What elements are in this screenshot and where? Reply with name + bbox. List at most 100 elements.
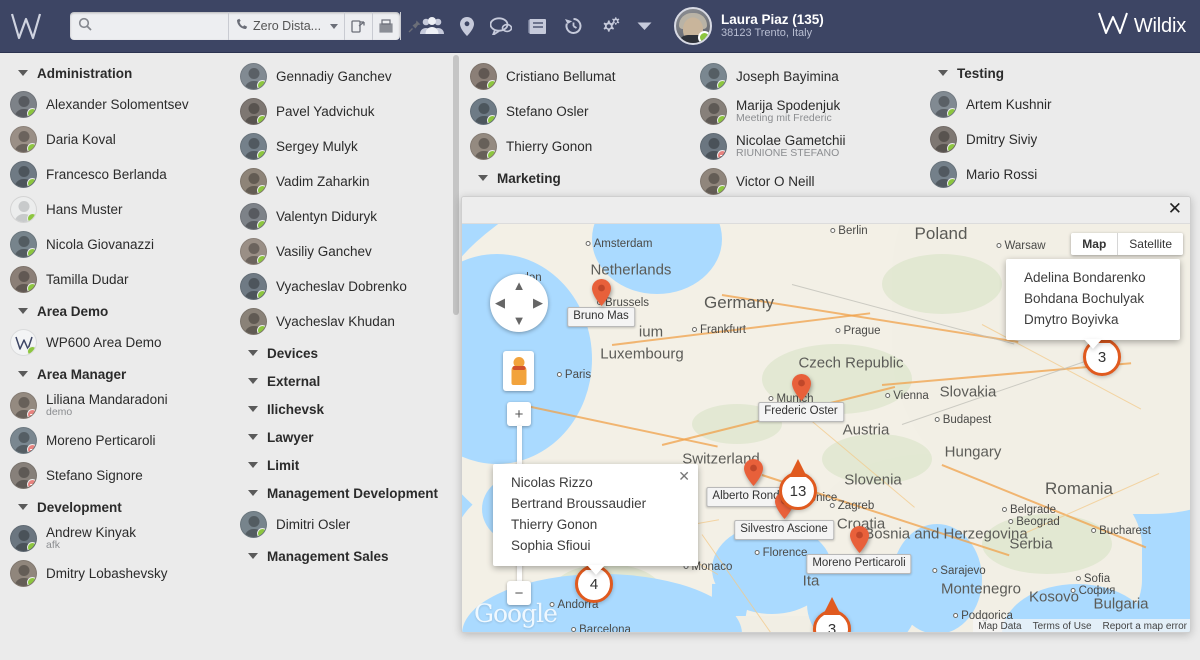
infowindow-row[interactable]: Bertrand Broussaudier [511, 494, 664, 515]
contact-item[interactable]: Daria Koval [0, 122, 230, 157]
trunk-selector[interactable]: Zero Dista... [228, 12, 344, 40]
map-marker-label[interactable]: Moreno Perticaroli [806, 554, 912, 574]
street-view-pegman-icon[interactable] [503, 351, 534, 391]
close-icon[interactable]: ✕ [1168, 200, 1182, 218]
attribution-map-data[interactable]: Map Data [978, 621, 1021, 632]
infowindow-row[interactable]: Thierry Gonon [511, 515, 664, 536]
scrollbar[interactable] [453, 55, 459, 315]
pan-control-icon[interactable]: ▲ ▼ ◀ ▶ [490, 274, 548, 332]
pan-left-button[interactable]: ◀ [495, 295, 505, 311]
infowindow-row[interactable]: Adelina Bondarenko [1024, 268, 1146, 289]
attribution-terms[interactable]: Terms of Use [1033, 621, 1092, 632]
group-header-development[interactable]: Development [0, 493, 230, 521]
contact-item[interactable]: Moreno Perticaroli [0, 423, 230, 458]
contact-item[interactable]: Pavel Yadvichuk [230, 94, 460, 129]
location-pin-icon[interactable] [460, 16, 474, 36]
group-header-limit[interactable]: Limit [230, 451, 460, 479]
contact-item[interactable]: Artem Kushnir [920, 87, 1200, 122]
contact-item[interactable]: Liliana Mandaradoni demo [0, 388, 230, 423]
contact-item[interactable]: Andrew Kinyak afk [0, 521, 230, 556]
map-marker-pin-icon[interactable] [592, 279, 611, 306]
map-marker-pin-icon[interactable] [744, 459, 763, 486]
map-marker-label[interactable]: Bruno Mas [567, 307, 635, 327]
current-user[interactable]: Laura Piaz (135) 38123 Trento, Italy [674, 7, 824, 45]
group-header-testing[interactable]: Testing [920, 59, 1200, 87]
contact-item[interactable]: Vyacheslav Dobrenko [230, 269, 460, 304]
search-bar[interactable]: Zero Dista... [70, 12, 421, 40]
contact-item[interactable]: Victor O Neill [690, 164, 920, 199]
contact-item[interactable]: Alexander Solomentsev [0, 87, 230, 122]
avatar [240, 511, 267, 538]
contact-item[interactable]: Dmitry Lobashevsky [0, 556, 230, 591]
attribution-report[interactable]: Report a map error [1103, 621, 1187, 632]
contact-item[interactable]: Sergey Mulyk [230, 129, 460, 164]
map-marker-pin-icon[interactable] [850, 526, 869, 553]
infowindow-kyiv[interactable]: Adelina Bondarenko Bohdana Bochulyak Dmytr… [1006, 259, 1180, 349]
contact-item[interactable]: Nicolae Gametchii RIUNIONE STEFANO [690, 129, 920, 164]
contact-item[interactable]: Cristiano Bellumat [460, 59, 690, 94]
contact-item[interactable]: Stefano Osler [460, 94, 690, 129]
pan-up-button[interactable]: ▲ [513, 278, 526, 293]
contact-item[interactable]: Dmitry Siviy [920, 122, 1200, 157]
fax-icon[interactable] [372, 12, 400, 40]
contact-item[interactable]: Thierry Gonon [460, 129, 690, 164]
infowindow-row[interactable]: Nicolas Rizzo [511, 473, 664, 494]
group-header-external[interactable]: External [230, 367, 460, 395]
map-type-map-button[interactable]: Map [1071, 233, 1118, 255]
group-header-area-demo[interactable]: Area Demo [0, 297, 230, 325]
infowindow-row[interactable]: Sophia Sfioui [511, 536, 664, 557]
contact-item[interactable]: Hans Muster [0, 192, 230, 227]
group-header-ilichevsk[interactable]: Ilichevsk [230, 395, 460, 423]
contact-item[interactable]: WP600 Area Demo [0, 325, 230, 360]
pan-down-button[interactable]: ▼ [513, 313, 526, 328]
map-label-text: Hungary [944, 443, 1002, 461]
group-label: Area Manager [37, 366, 127, 382]
map-type-control[interactable]: Map Satellite [1071, 233, 1183, 255]
group-header-management-sales[interactable]: Management Sales [230, 542, 460, 570]
chevron-down-icon[interactable] [330, 23, 339, 29]
contact-item[interactable]: Vasiliy Ganchev [230, 234, 460, 269]
group-header-administration[interactable]: Administration [0, 59, 230, 87]
chat-icon[interactable] [490, 17, 512, 35]
map-label: ium [639, 324, 663, 341]
settings-gear-icon[interactable] [599, 16, 621, 36]
map-type-satellite-button[interactable]: Satellite [1117, 233, 1183, 255]
contact-item[interactable]: Dimitri Osler [230, 507, 460, 542]
group-header-marketing[interactable]: Marketing [460, 164, 690, 192]
phonebook-icon[interactable] [528, 18, 548, 35]
history-icon[interactable] [564, 17, 583, 35]
group-header-management-development[interactable]: Management Development [230, 479, 460, 507]
contact-item[interactable]: Mario Rossi [920, 157, 1200, 192]
contact-item[interactable]: Nicola Giovanazzi [0, 227, 230, 262]
contact-item[interactable]: Gennadiy Ganchev [230, 59, 460, 94]
group-header-devices[interactable]: Devices [230, 339, 460, 367]
contact-item[interactable]: Vadim Zaharkin [230, 164, 460, 199]
infowindow-row[interactable]: Bohdana Bochulyak [1024, 289, 1146, 310]
contact-status-text: demo [46, 406, 73, 419]
contact-name: Pavel Yadvichuk [276, 103, 375, 119]
contact-item[interactable]: Valentyn Diduryk [230, 199, 460, 234]
contact-item[interactable]: Marija Spodenjuk Meeting mit Frederic [690, 94, 920, 129]
contact-item[interactable]: Stefano Signore [0, 458, 230, 493]
contact-item[interactable]: Vyacheslav Khudan [230, 304, 460, 339]
contact-item[interactable]: Joseph Bayimina [690, 59, 920, 94]
call-out-icon[interactable] [344, 12, 372, 40]
pin-icon[interactable] [400, 12, 428, 40]
avatar[interactable] [674, 7, 712, 45]
group-header-area-manager[interactable]: Area Manager [0, 360, 230, 388]
search-input[interactable] [98, 18, 228, 34]
pan-right-button[interactable]: ▶ [533, 295, 543, 311]
map-cluster-marker[interactable]: 13 [779, 459, 817, 510]
close-icon[interactable]: ✕ [678, 469, 690, 485]
map-marker-pin-icon[interactable] [792, 374, 811, 401]
contact-item[interactable]: Tamilla Dudar [0, 262, 230, 297]
infowindow-row[interactable]: Dmytro Boyivka [1024, 310, 1146, 331]
zoom-in-button[interactable]: + [507, 402, 531, 426]
map-marker-label[interactable]: Frederic Oster [758, 402, 844, 422]
map-marker-label[interactable]: Silvestro Ascione [734, 520, 834, 540]
infowindow-france[interactable]: Nicolas Rizzo Bertrand Broussaudier Thierr… [493, 464, 698, 575]
contact-item[interactable]: Francesco Berlanda [0, 157, 230, 192]
map-canvas[interactable]: Map Satellite ▲ ▼ ◀ ▶ + — − Google Map D… [462, 224, 1190, 632]
chevron-down-icon[interactable] [637, 22, 652, 31]
group-header-lawyer[interactable]: Lawyer [230, 423, 460, 451]
